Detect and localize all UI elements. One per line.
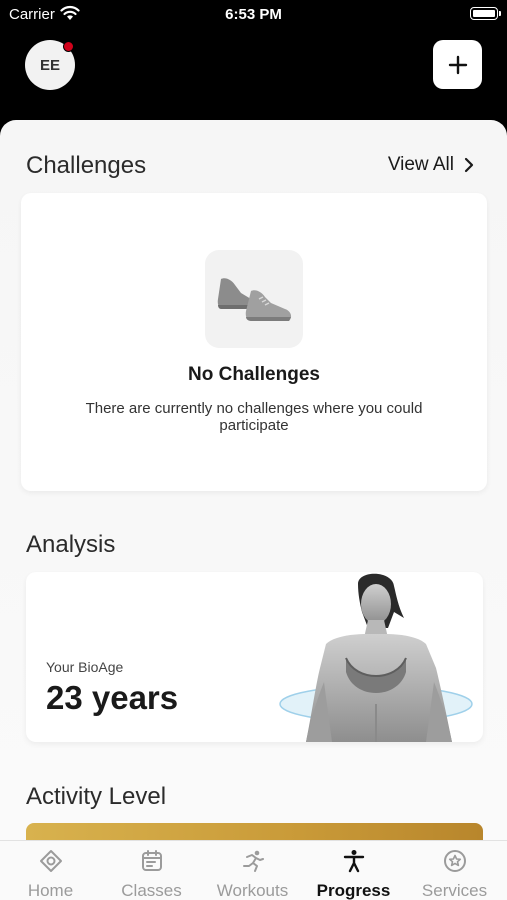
calendar-icon xyxy=(141,850,162,871)
activity-level-title: Activity Level xyxy=(26,783,167,810)
bioage-value: 23 years xyxy=(46,679,179,716)
notification-dot xyxy=(63,41,74,52)
tab-classes[interactable]: Classes xyxy=(101,841,202,900)
bioage-card[interactable]: Your BioAge 23 years xyxy=(26,572,483,742)
tab-workouts-label: Workouts xyxy=(216,881,289,900)
tab-progress-label: Progress xyxy=(316,881,391,900)
challenges-title: Challenges xyxy=(26,152,147,179)
star-icon xyxy=(443,850,466,872)
analysis-title: Analysis xyxy=(26,531,116,558)
tab-home-label: Home xyxy=(27,881,74,900)
plus-icon xyxy=(448,55,467,74)
clock: 6:53 PM xyxy=(225,6,282,23)
tab-workouts[interactable]: Workouts xyxy=(202,841,303,900)
no-challenges-title: No Challenges xyxy=(188,364,320,385)
battery-icon xyxy=(470,7,501,20)
avatar[interactable]: EE xyxy=(25,40,75,90)
status-bar: Carrier 6:53 PM xyxy=(0,0,507,30)
activity-level-card[interactable] xyxy=(26,823,483,840)
tab-home[interactable]: Home xyxy=(0,841,101,900)
person-icon xyxy=(343,850,364,873)
tab-bar: Home Classes Workouts Progress Services xyxy=(0,840,507,900)
sneakers-icon xyxy=(205,250,303,348)
challenges-card: No Challenges There are currently no cha… xyxy=(21,193,487,491)
tab-progress[interactable]: Progress xyxy=(303,841,404,900)
tab-services-label: Services xyxy=(421,881,488,900)
tab-services[interactable]: Services xyxy=(404,841,505,900)
body-scan-figure xyxy=(279,573,473,742)
view-all-label: View All xyxy=(387,154,454,175)
home-icon xyxy=(39,850,62,872)
add-button[interactable] xyxy=(433,40,482,89)
tab-classes-label: Classes xyxy=(121,881,182,900)
running-icon xyxy=(242,850,264,872)
chevron-right-icon xyxy=(464,157,474,173)
view-all-link[interactable]: View All xyxy=(388,154,474,176)
main-content[interactable]: Challenges View All No Challenges There … xyxy=(0,120,507,840)
no-challenges-text: There are currently no challenges where … xyxy=(85,400,423,434)
avatar-initials: EE xyxy=(39,56,60,74)
bioage-label: Your BioAge xyxy=(46,659,124,675)
